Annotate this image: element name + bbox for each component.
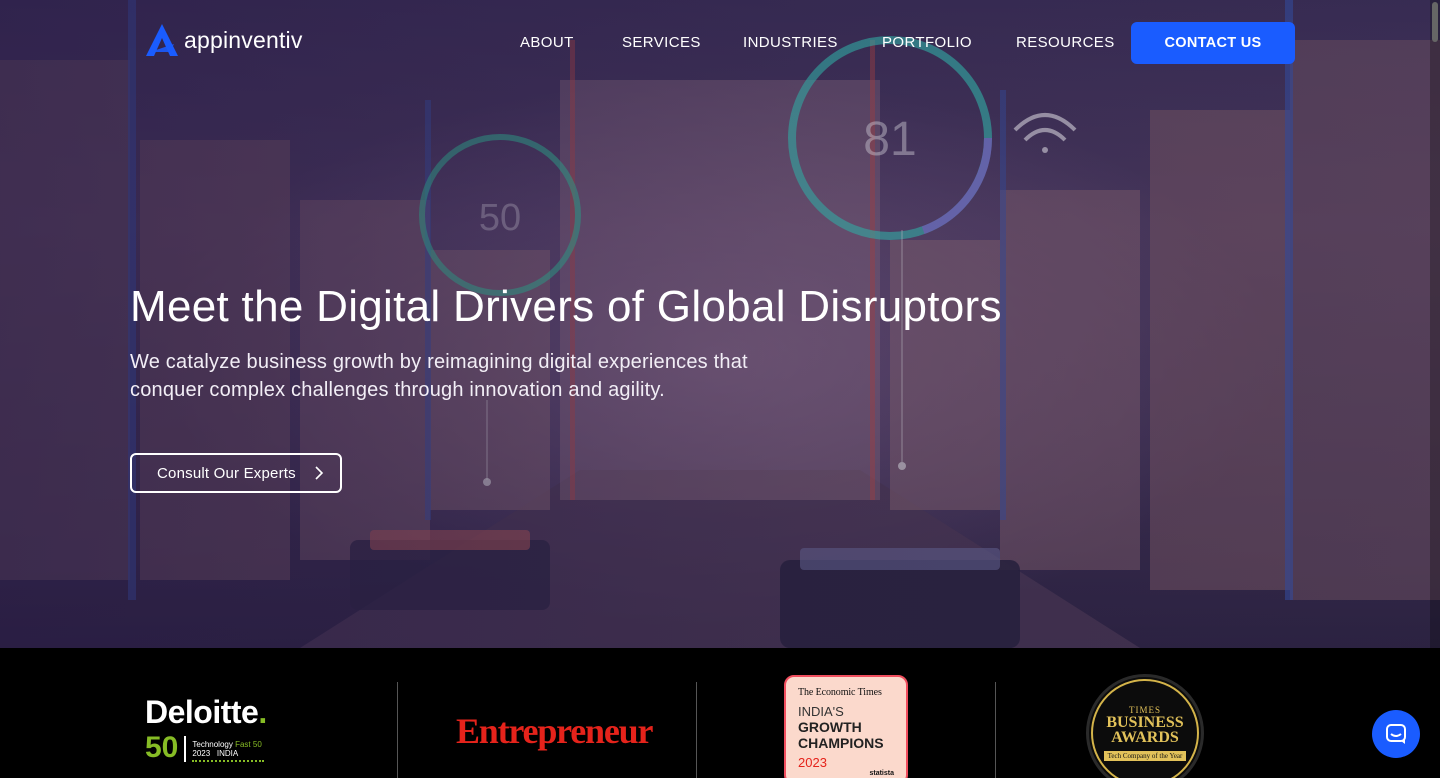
awards-strip: Deloitte. 50 Technology Fast 50 2023 IND…: [0, 648, 1440, 778]
deloitte-meta-fast: Fast 50: [235, 740, 262, 749]
consult-experts-button[interactable]: Consult Our Experts: [130, 453, 342, 493]
deloitte-dot: .: [258, 694, 267, 730]
nav-item-industries[interactable]: INDUSTRIES: [743, 22, 838, 64]
deloitte-name: Deloitte: [145, 694, 259, 730]
nav-item-about[interactable]: ABOUT: [520, 22, 574, 64]
entrepreneur-logo: Entrepreneur: [456, 711, 653, 751]
brand-logo[interactable]: appinventiv: [144, 22, 303, 58]
et-line-champions: CHAMPIONS: [798, 735, 884, 751]
awards-divider: [397, 682, 398, 778]
deloitte-number: 50: [145, 731, 179, 764]
hero-section: 50 81 appinventiv ABOUT SERVICES INDUSTR…: [0, 0, 1440, 648]
tba-line-business: BUSINESS: [1106, 714, 1184, 731]
awards-divider: [995, 682, 996, 778]
nav-item-portfolio[interactable]: PORTFOLIO: [882, 22, 972, 64]
awards-divider: [696, 682, 697, 778]
contact-us-button[interactable]: CONTACT US: [1131, 22, 1295, 64]
chevron-right-icon: [315, 466, 324, 480]
et-line-indias: INDIA'S: [798, 704, 844, 719]
deloitte-meta-country: INDIA: [216, 749, 239, 758]
chat-bubble-icon: [1386, 724, 1406, 744]
nav-item-services[interactable]: SERVICES: [622, 22, 701, 64]
brand-name: appinventiv: [184, 26, 303, 53]
hero-subtitle: We catalyze business growth by reimagini…: [130, 351, 748, 401]
et-masthead: The Economic Times: [798, 687, 882, 698]
et-line-growth: GROWTH: [798, 719, 862, 735]
consult-experts-label: Consult Our Experts: [157, 464, 296, 482]
chat-launcher-button[interactable]: [1372, 710, 1420, 758]
et-source: statista: [869, 770, 894, 777]
nav-item-resources[interactable]: RESOURCES: [1016, 22, 1115, 64]
deloitte-dots: [192, 760, 265, 762]
tba-line-awards: AWARDS: [1111, 729, 1179, 746]
tba-caption: Tech Company of the Year: [1103, 751, 1187, 761]
et-year: 2023: [798, 755, 827, 770]
economic-times-growth-champions-badge: The Economic Times INDIA'S GROWTH CHAMPI…: [784, 675, 908, 778]
hero-title: Meet the Digital Drivers of Global Disru…: [130, 282, 1002, 331]
scrollbar-thumb[interactable]: [1432, 2, 1438, 42]
deloitte-meta-year: 2023: [192, 749, 211, 758]
times-business-awards-badge: TIMES BUSINESS AWARDS Tech Company of th…: [1086, 674, 1204, 778]
page-scrollbar[interactable]: [1430, 0, 1440, 778]
deloitte-divider: [184, 736, 187, 762]
appinventiv-logo-icon: [146, 24, 178, 56]
deloitte-meta-technology: Technology: [192, 740, 233, 749]
deloitte-fast50-badge: Deloitte. 50 Technology Fast 50 2023 IND…: [145, 694, 267, 764]
